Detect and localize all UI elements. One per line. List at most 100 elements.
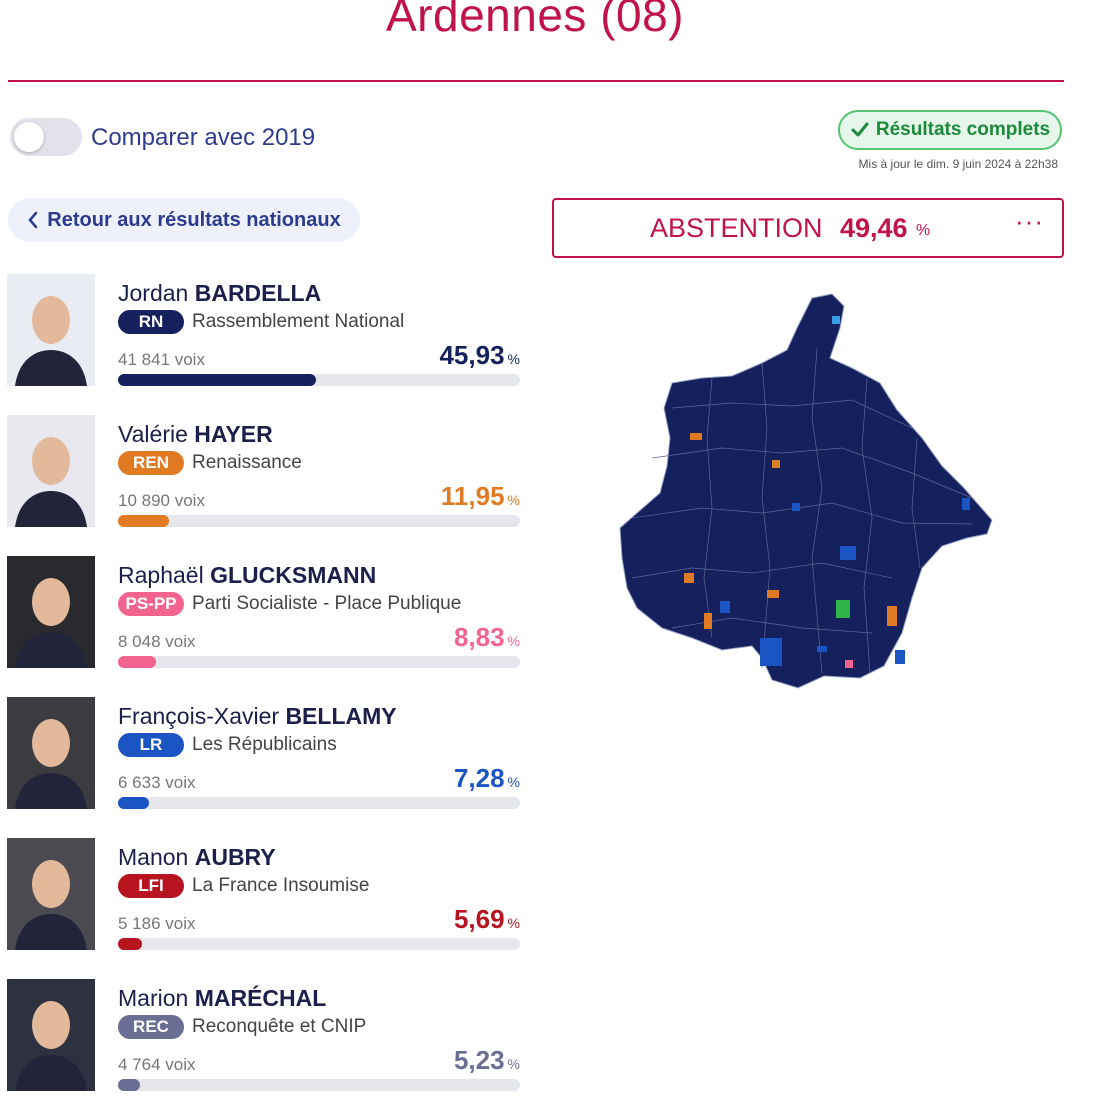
vote-bar-track	[118, 938, 520, 950]
map-department-shape	[619, 293, 993, 689]
candidate-photo	[7, 415, 95, 527]
candidate-first-name: Raphaël	[118, 562, 204, 588]
vote-bar-track	[118, 515, 520, 527]
candidate-portrait-icon	[7, 556, 95, 668]
map-commune-lr	[895, 650, 905, 664]
candidate-row[interactable]: Valérie HAYER REN Renaissance 10 890 voix 11…	[0, 415, 530, 545]
percentage-unit: %	[507, 1056, 520, 1072]
vote-bar-fill	[118, 1079, 141, 1091]
vote-bar-fill	[118, 656, 156, 668]
candidate-first-name: Marion	[118, 985, 189, 1011]
vote-bar-track	[118, 656, 520, 668]
candidate-photo	[7, 697, 95, 809]
vote-bar-track	[118, 1079, 520, 1091]
percentage-value: 45,93	[439, 340, 505, 370]
vote-count: 10 890 voix	[118, 491, 205, 510]
back-button-label: Retour aux résultats nationaux	[47, 208, 341, 231]
vote-bar-track	[118, 374, 520, 386]
vote-percentage: 45,93%	[439, 340, 520, 371]
candidate-row[interactable]: François-Xavier BELLAMY LR Les Républicain…	[0, 697, 530, 827]
party-name: Renaissance	[192, 452, 302, 473]
percentage-unit: %	[507, 633, 520, 649]
vote-count: 6 633 voix	[118, 773, 196, 792]
update-timestamp: Mis à jour le dim. 9 juin 2024 à 22h38	[858, 157, 1058, 171]
candidate-portrait-icon	[7, 838, 95, 950]
candidate-first-name: Valérie	[118, 421, 188, 447]
status-badge: Résultats complets	[838, 110, 1062, 150]
vote-bar-track	[118, 797, 520, 809]
candidate-name: Manon AUBRY	[118, 844, 276, 871]
candidate-portrait-icon	[7, 697, 95, 809]
candidate-photo	[7, 979, 95, 1091]
vote-percentage: 5,23%	[454, 1045, 520, 1076]
candidate-last-name: GLUCKSMANN	[210, 562, 377, 588]
percentage-value: 7,28	[453, 763, 505, 793]
back-to-national-button[interactable]: Retour aux résultats nationaux	[8, 198, 360, 242]
map-commune-ren	[767, 590, 779, 598]
abstention-panel: ABSTENTION 49,46 % ···	[552, 198, 1064, 258]
candidate-last-name: BARDELLA	[194, 280, 322, 306]
chevron-left-icon	[28, 211, 38, 229]
vote-percentage: 11,95%	[441, 481, 520, 512]
vote-percentage: 7,28%	[454, 763, 520, 794]
percentage-value: 5,69	[453, 904, 505, 934]
vote-percentage: 5,69%	[454, 904, 520, 935]
vote-percentage: 8,83%	[454, 622, 520, 653]
candidate-row[interactable]: Manon AUBRY LFI La France Insoumise 5 186 v…	[0, 838, 530, 968]
compare-toggle[interactable]	[10, 118, 82, 156]
map-commune-pspp	[845, 660, 853, 668]
party-badge: LR	[118, 733, 184, 757]
candidate-name: Jordan BARDELLA	[118, 280, 321, 307]
party-badge: LFI	[118, 874, 184, 898]
map-commune-lr	[792, 503, 800, 511]
candidate-row[interactable]: Marion MARÉCHAL REC Reconquête et CNIP 4 76…	[0, 979, 530, 1109]
toggle-knob[interactable]	[14, 122, 44, 152]
compare-label[interactable]: Comparer avec 2019	[91, 124, 315, 152]
candidate-last-name: AUBRY	[194, 844, 276, 870]
candidate-row[interactable]: Jordan BARDELLA RN Rassemblement National 4…	[0, 274, 530, 404]
party-badge: PS-PP	[118, 592, 184, 616]
more-icon[interactable]: ···	[1015, 206, 1044, 237]
map-commune-ren	[690, 433, 702, 440]
party-name: Reconquête et CNIP	[192, 1016, 367, 1037]
percentage-unit: %	[507, 915, 520, 931]
candidate-first-name: Manon	[118, 844, 189, 870]
party-name: Les Républicains	[192, 734, 337, 755]
vote-bar-fill	[118, 938, 143, 950]
candidate-name: François-Xavier BELLAMY	[118, 703, 397, 730]
candidate-row[interactable]: Raphaël GLUCKSMANN PS-PP Parti Socialiste …	[0, 556, 530, 686]
candidate-name: Raphaël GLUCKSMANN	[118, 562, 376, 589]
party-badge: RN	[118, 310, 184, 334]
percentage-value: 5,23	[453, 1045, 505, 1075]
percentage-unit: %	[507, 774, 520, 790]
abstention-unit: %	[916, 222, 931, 239]
map-commune-lr	[817, 646, 827, 652]
party-name: La France Insoumise	[192, 875, 370, 896]
vote-bar-fill	[118, 797, 150, 809]
percentage-unit: %	[507, 351, 520, 367]
map-commune-lr	[760, 638, 782, 666]
candidate-first-name: Jordan	[118, 280, 189, 306]
candidate-name: Valérie HAYER	[118, 421, 273, 448]
party-badge: REC	[118, 1015, 184, 1039]
vote-count: 8 048 voix	[118, 632, 196, 651]
candidate-photo	[7, 556, 95, 668]
abstention-value: 49,46	[840, 213, 908, 243]
map-commune-ren	[704, 613, 712, 629]
vote-bar-fill	[118, 374, 316, 386]
map-commune-ren	[887, 606, 897, 626]
page-title: Ardennes (08)	[386, 0, 684, 41]
candidate-last-name: MARÉCHAL	[194, 985, 327, 1011]
map-commune-green	[836, 600, 850, 618]
map-commune-lr	[840, 546, 856, 560]
map-commune-lr	[720, 601, 730, 613]
abstention-label: ABSTENTION	[650, 213, 823, 243]
party-badge: REN	[118, 451, 184, 475]
status-badge-label: Résultats complets	[875, 119, 1051, 140]
title-divider	[8, 80, 1064, 82]
candidate-first-name: François-Xavier	[118, 703, 280, 729]
percentage-unit: %	[507, 492, 520, 508]
department-map	[619, 293, 993, 689]
candidate-portrait-icon	[7, 274, 95, 386]
vote-count: 41 841 voix	[118, 350, 205, 369]
